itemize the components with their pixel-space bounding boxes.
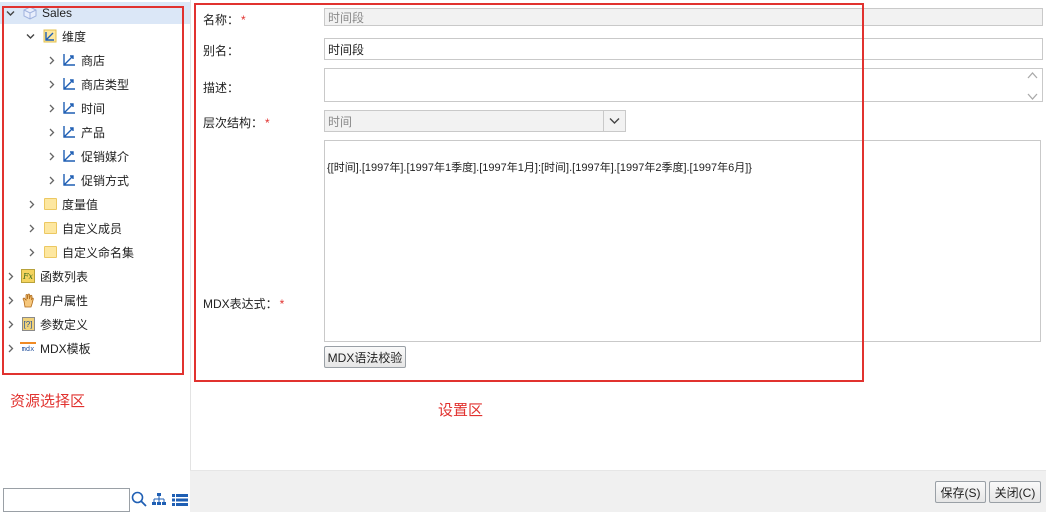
dimension-icon bbox=[61, 172, 77, 188]
tree-item-label: 维度 bbox=[62, 29, 87, 44]
tree-item-label: Sales bbox=[42, 6, 73, 20]
mdx-expression-label: MDX表达式： * bbox=[203, 297, 285, 311]
hierarchy-select[interactable]: 时间 bbox=[324, 110, 626, 132]
name-field: 时间段 bbox=[324, 8, 1043, 26]
description-field[interactable] bbox=[324, 68, 1043, 102]
tree-item-function-list[interactable]: Fx 函数列表 bbox=[4, 265, 88, 287]
tree-item-dimension-promotion-media[interactable]: 促销媒介 bbox=[45, 145, 129, 167]
tree-item-label: 自定义成员 bbox=[62, 221, 123, 236]
mdx-template-icon: mdx bbox=[20, 340, 36, 356]
alias-label: 别名： bbox=[203, 44, 240, 58]
tree-item-label: 参数定义 bbox=[40, 317, 89, 332]
dimension-icon bbox=[61, 100, 77, 116]
tree-item-custom-members[interactable]: 自定义成员 bbox=[25, 217, 122, 239]
tree-item-label: 自定义命名集 bbox=[62, 245, 135, 260]
chevron-down-icon[interactable] bbox=[24, 25, 36, 47]
mdx-syntax-check-button[interactable]: MDX语法校验 bbox=[324, 346, 406, 368]
tree-item-user-properties[interactable]: 用户属性 bbox=[4, 289, 88, 311]
dimension-folder-icon bbox=[42, 28, 58, 44]
chevron-right-icon[interactable] bbox=[45, 73, 57, 95]
tree-item-parameter-definition[interactable]: [?] 参数定义 bbox=[4, 313, 88, 335]
tree-item-label: 函数列表 bbox=[40, 269, 89, 284]
tree-item-sales[interactable]: Sales bbox=[0, 2, 190, 24]
chevron-right-icon[interactable] bbox=[45, 169, 57, 191]
folder-icon bbox=[42, 196, 58, 212]
dimension-icon bbox=[61, 124, 77, 140]
tree-item-label: MDX模板 bbox=[40, 341, 91, 356]
chevron-right-icon[interactable] bbox=[4, 265, 16, 287]
save-button[interactable]: 保存(S) bbox=[935, 481, 986, 503]
tree-item-dimension-time[interactable]: 时间 bbox=[45, 97, 105, 119]
chevron-down-icon[interactable] bbox=[4, 2, 16, 24]
chevron-right-icon[interactable] bbox=[45, 97, 57, 119]
tree-item-label: 商店类型 bbox=[81, 77, 130, 92]
description-label: 描述： bbox=[203, 81, 240, 95]
resource-tree-panel: Sales 维度 商店 商店类型 时间 产品 促销媒介 促销方式 度量值 自定义… bbox=[0, 0, 190, 512]
tree-item-dimension-store-type[interactable]: 商店类型 bbox=[45, 73, 129, 95]
chevron-right-icon[interactable] bbox=[25, 241, 37, 263]
parameter-icon: [?] bbox=[20, 316, 36, 332]
list-view-icon[interactable] bbox=[172, 494, 188, 506]
annotation-label-settings-area: 设置区 bbox=[438, 402, 484, 419]
tree-search-input[interactable] bbox=[3, 488, 130, 512]
hierarchy-label: 层次结构： * bbox=[203, 116, 270, 130]
tree-item-dimensions[interactable]: 维度 bbox=[24, 25, 86, 47]
tree-item-label: 时间 bbox=[81, 101, 106, 116]
alias-field[interactable]: 时间段 bbox=[324, 38, 1043, 60]
chevron-right-icon[interactable] bbox=[45, 49, 57, 71]
tree-item-label: 促销方式 bbox=[81, 173, 130, 188]
dimension-icon bbox=[61, 76, 77, 92]
chevron-right-icon[interactable] bbox=[25, 217, 37, 239]
bottom-action-bar bbox=[190, 470, 1046, 512]
chevron-down-icon[interactable] bbox=[603, 111, 625, 131]
tree-item-dimension-promotion-method[interactable]: 促销方式 bbox=[45, 169, 129, 191]
textarea-scroll-icon[interactable] bbox=[1026, 71, 1038, 101]
chevron-right-icon[interactable] bbox=[4, 313, 16, 335]
mdx-expression-field[interactable]: {[时间].[1997年].[1997年1季度].[1997年1月]:[时间].… bbox=[324, 140, 1041, 342]
function-icon: Fx bbox=[20, 268, 36, 284]
tree-item-measures[interactable]: 度量值 bbox=[25, 193, 98, 215]
close-button[interactable]: 关闭(C) bbox=[989, 481, 1041, 503]
tree-item-mdx-template[interactable]: mdx MDX模板 bbox=[4, 337, 91, 359]
name-label: 名称： * bbox=[203, 13, 246, 27]
search-icon[interactable] bbox=[131, 491, 147, 507]
hand-icon bbox=[20, 292, 36, 308]
annotation-label-resource-area: 资源选择区 bbox=[10, 393, 86, 410]
dimension-icon bbox=[61, 148, 77, 164]
folder-icon bbox=[42, 220, 58, 236]
tree-item-custom-named-sets[interactable]: 自定义命名集 bbox=[25, 241, 134, 263]
tree-item-label: 促销媒介 bbox=[81, 149, 130, 164]
cube-icon bbox=[22, 5, 38, 21]
chevron-right-icon[interactable] bbox=[4, 289, 16, 311]
chevron-right-icon[interactable] bbox=[45, 145, 57, 167]
folder-icon bbox=[42, 244, 58, 260]
chevron-right-icon[interactable] bbox=[45, 121, 57, 143]
tree-item-dimension-store[interactable]: 商店 bbox=[45, 49, 105, 71]
tree-item-label: 产品 bbox=[81, 125, 106, 140]
tree-item-label: 商店 bbox=[81, 53, 106, 68]
chevron-right-icon[interactable] bbox=[4, 337, 16, 359]
chevron-right-icon[interactable] bbox=[25, 193, 37, 215]
tree-item-label: 度量值 bbox=[62, 197, 99, 212]
tree-item-label: 用户属性 bbox=[40, 293, 89, 308]
dimension-icon bbox=[61, 52, 77, 68]
tree-view-icon[interactable] bbox=[152, 493, 166, 506]
tree-item-dimension-product[interactable]: 产品 bbox=[45, 121, 105, 143]
